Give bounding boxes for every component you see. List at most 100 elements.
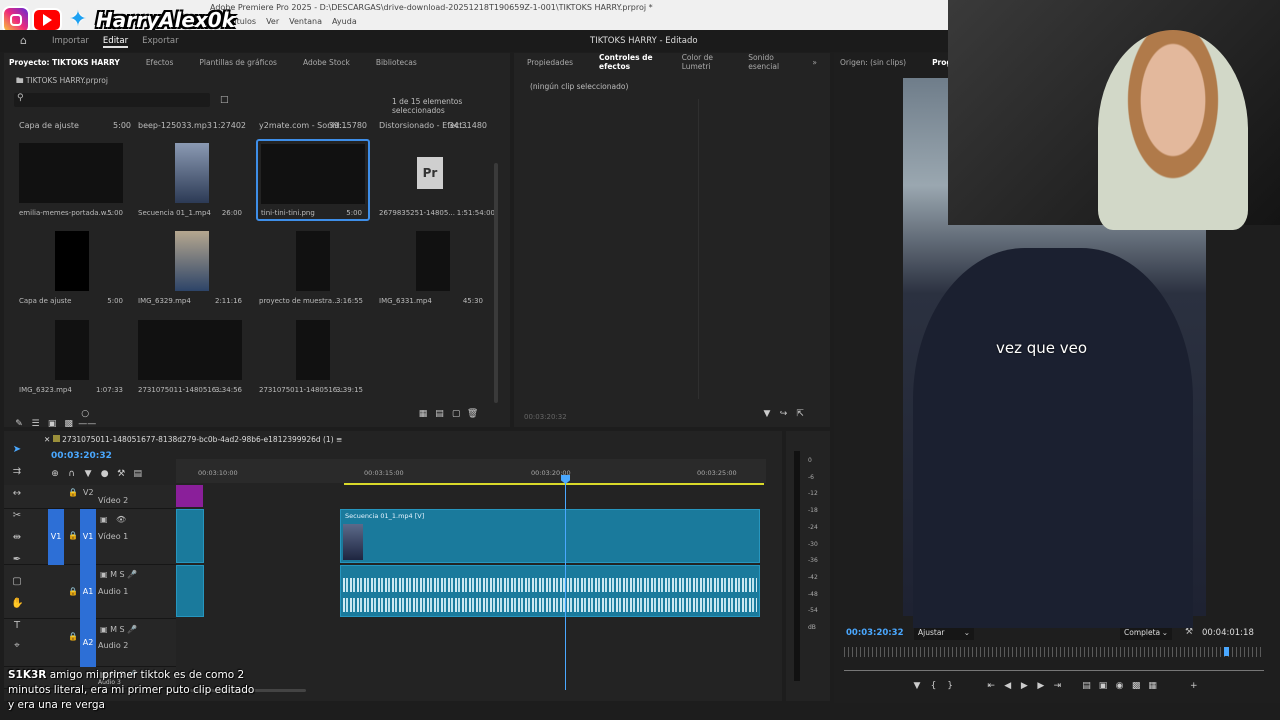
track-select-icon[interactable]: ⇉ [11, 466, 23, 478]
compare-icon[interactable]: ▩ [1129, 681, 1143, 691]
automate-icon[interactable]: ▦ [416, 409, 430, 419]
extract-icon[interactable]: ▣ [1096, 681, 1110, 691]
snap-icon[interactable]: ⊕ [48, 469, 62, 479]
filter-icon[interactable]: ▼ [760, 409, 774, 419]
linked-icon[interactable]: ∩ [65, 469, 79, 479]
hand-icon[interactable]: ✋ [11, 598, 23, 610]
program-timecode[interactable]: 00:03:20:32 [846, 628, 904, 638]
tab-origen[interactable]: Origen: (sin clips) [834, 58, 919, 67]
quality-dropdown[interactable]: Completa ⌄ [1120, 626, 1172, 640]
tab-bibliotecas[interactable]: Bibliotecas [363, 58, 430, 67]
track-target[interactable]: A1 [80, 565, 96, 619]
audio-clip[interactable] [176, 565, 204, 617]
eye-icon[interactable]: 👁 [116, 515, 126, 524]
wrench-icon[interactable]: ⚒ [114, 469, 128, 479]
add-marker-icon[interactable]: ▼ [910, 681, 924, 691]
source-patch[interactable]: V1 [48, 509, 64, 565]
tab-adobe-stock[interactable]: Adobe Stock [290, 58, 363, 67]
list-view-icon[interactable]: ☰ [29, 419, 43, 429]
rectangle-icon[interactable]: ▢ [11, 576, 23, 588]
lock-icon[interactable]: 🔒 [68, 587, 78, 596]
mark-out-icon[interactable]: } [943, 681, 957, 691]
bin-icon[interactable]: □ [220, 95, 229, 105]
tab-efectos[interactable]: Efectos [133, 58, 187, 67]
menu-ayuda[interactable]: Ayuda [332, 17, 357, 26]
sequence-tab[interactable]: ✕ 2731075011-148051677-8138d279-bc0b-4ad… [44, 435, 342, 444]
menu-ventana[interactable]: Ventana [289, 17, 322, 26]
text-icon[interactable]: T [11, 620, 23, 632]
scrollbar[interactable] [494, 163, 498, 403]
tab-exportar[interactable]: Exportar [142, 36, 179, 48]
go-to-out-icon[interactable]: ⇥ [1050, 681, 1064, 691]
track-target[interactable]: V1 [80, 509, 96, 565]
tab-importar[interactable]: Importar [52, 36, 89, 48]
step-forward-icon[interactable]: ▶ [1034, 681, 1048, 691]
search-input[interactable]: ⚲ [14, 93, 210, 107]
video-clip[interactable]: Secuencia 01_1.mp4 [V] [340, 509, 760, 563]
lock-icon[interactable]: 🔒 [68, 632, 78, 641]
marker-icon[interactable]: ▼ [81, 469, 95, 479]
step-back-icon[interactable]: ◀ [1001, 681, 1015, 691]
tab-plantillas[interactable]: Plantillas de gráficos [186, 58, 290, 67]
track-target[interactable]: A2 [80, 619, 96, 667]
export-icon[interactable]: ↪ [777, 409, 791, 419]
lift-icon[interactable]: ▤ [1079, 681, 1093, 691]
tab-editar[interactable]: Editar [102, 36, 129, 48]
list-item[interactable]: beep-125033.mp3 1:27402 [138, 121, 246, 130]
project-actions: ▦ ▤ ▢ 🗑 [416, 409, 480, 419]
mark-in-icon[interactable]: { [927, 681, 941, 691]
menu-ver[interactable]: Ver [266, 17, 279, 26]
mute-solo-buttons[interactable]: ▣ M S 🎤 [100, 570, 137, 579]
zoom-slider[interactable]: ○—— [78, 409, 96, 429]
menu-icon[interactable]: ≡ [336, 435, 342, 444]
video-clip[interactable] [176, 509, 204, 563]
program-playhead[interactable] [1224, 647, 1229, 656]
slip-icon[interactable]: ⇹ [11, 532, 23, 544]
tab-sonido-esencial[interactable]: Sonido esencial [735, 53, 799, 71]
adjustment-clip[interactable] [176, 485, 203, 507]
pencil-icon[interactable]: ✎ [12, 419, 26, 429]
list-item[interactable]: Distorsionado - Efect... 34:31480 [379, 121, 487, 130]
lock-icon[interactable]: 🔒 [68, 531, 78, 540]
new-bin-icon[interactable]: ▤ [433, 409, 447, 419]
freeform-view-icon[interactable]: ▩ [62, 419, 76, 429]
share-icon[interactable]: ⇱ [793, 409, 807, 419]
home-icon[interactable]: ⌂ [20, 34, 27, 47]
zoom-bar[interactable] [844, 670, 1264, 671]
more-tabs-icon[interactable]: » [799, 58, 830, 67]
captions-icon[interactable]: ▤ [131, 469, 145, 479]
audio-clip[interactable] [340, 565, 760, 617]
overlay-icon[interactable]: ▦ [1146, 681, 1160, 691]
selection-count: 1 de 15 elementos seleccionados [392, 97, 463, 115]
go-to-in-icon[interactable]: ⇤ [984, 681, 998, 691]
pen-icon[interactable]: ✒ [11, 554, 23, 566]
list-item[interactable]: y2mate.com - Sonid... 39:15780 [259, 121, 367, 130]
caption-icon[interactable]: ⌖ [11, 640, 23, 652]
tab-proyecto[interactable]: Proyecto: TIKTOKS HARRY [4, 58, 133, 67]
fit-dropdown[interactable]: Ajustar ⌄ [914, 626, 974, 640]
mute-solo-buttons[interactable]: ▣ M S 🎤 [100, 625, 137, 634]
plus-icon[interactable]: + [1187, 681, 1201, 691]
tab-lumetri[interactable]: Color de Lumetri [669, 53, 736, 71]
sync-icon[interactable]: ▣ [100, 515, 108, 524]
time-ruler[interactable]: 00:03:10:00 00:03:15:00 00:03:20:00 00:0… [176, 459, 766, 483]
bin-item-selected[interactable]: tini-tini-tini.png 5:00 [256, 139, 370, 221]
new-item-icon[interactable]: ▢ [449, 409, 463, 419]
export-frame-icon[interactable]: ◉ [1113, 681, 1127, 691]
timeline-timecode[interactable]: 00:03:20:32 [51, 451, 112, 461]
list-item[interactable]: Capa de ajuste 5:00 [19, 121, 131, 130]
scrub-bar[interactable] [844, 647, 1264, 657]
tab-propiedades[interactable]: Propiedades [514, 58, 586, 67]
add-marker-icon[interactable]: ● [98, 469, 112, 479]
lock-icon[interactable]: 🔒 [68, 488, 78, 497]
play-icon[interactable]: ▶ [1017, 681, 1031, 691]
wrench-icon[interactable]: ⚒ [1185, 627, 1193, 637]
ripple-edit-icon[interactable]: ↔ [11, 488, 23, 500]
razor-icon[interactable]: ✂ [11, 510, 23, 522]
item-name: IMG_6323.mp4 [19, 386, 72, 394]
tab-controles-efectos[interactable]: Controles de efectos [586, 53, 669, 71]
icon-view-icon[interactable]: ▣ [45, 419, 59, 429]
selection-tool-icon[interactable]: ➤ [11, 444, 23, 456]
close-icon[interactable]: ✕ [44, 435, 50, 444]
trash-icon[interactable]: 🗑 [466, 409, 480, 419]
